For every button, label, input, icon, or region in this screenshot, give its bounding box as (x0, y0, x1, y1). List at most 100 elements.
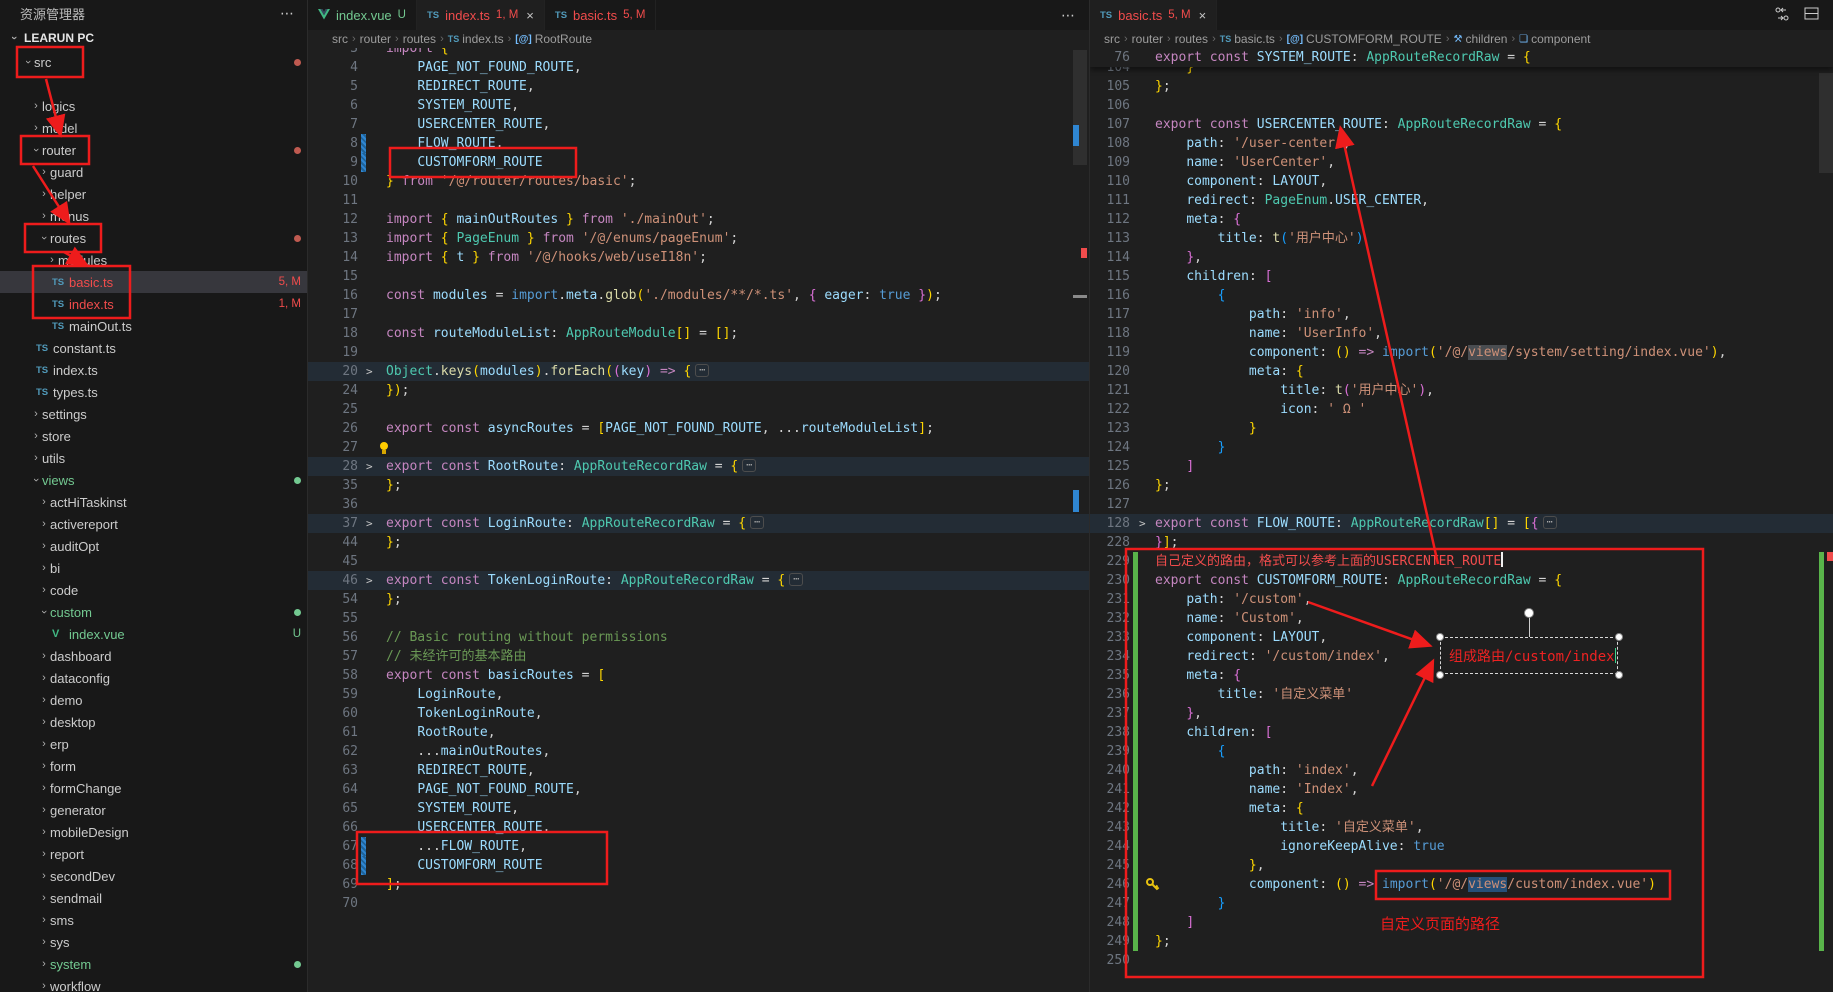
code-line-60: 60 TokenLoginRoute, (308, 704, 1090, 723)
fold-chevron-icon[interactable]: > (366, 457, 373, 476)
editor-index-ts[interactable]: 3import {4 PAGE_NOT_FOUND_ROUTE,5 REDIRE… (308, 48, 1090, 992)
sidebar-item-mobileDesign[interactable]: ›mobileDesign (0, 821, 307, 843)
tab-basic.ts[interactable]: TSbasic.ts5, M (545, 0, 657, 30)
fold-chevron-icon[interactable]: > (366, 571, 373, 590)
sidebar-item-routes[interactable]: ›routes (0, 227, 307, 249)
sidebar-item-form[interactable]: ›form (0, 755, 307, 777)
lightbulb-icon[interactable] (378, 441, 390, 455)
middle-overview-ruler[interactable] (1073, 48, 1087, 992)
sidebar-item-views[interactable]: ›views (0, 469, 307, 491)
sidebar-item-bi[interactable]: ›bi (0, 557, 307, 579)
split-editor-icon[interactable] (1804, 6, 1819, 24)
sidebar-item-mainOut.ts[interactable]: TSmainOut.ts (0, 315, 307, 337)
sidebar-item-actHiTaskinst[interactable]: ›actHiTaskinst (0, 491, 307, 513)
fold-ellipsis[interactable]: ⋯ (789, 573, 803, 586)
sidebar-item-constant.ts[interactable]: TSconstant.ts (0, 337, 307, 359)
sidebar-item-dashboard[interactable]: ›dashboard (0, 645, 307, 667)
sidebar-item-modules[interactable]: ›modules (0, 249, 307, 271)
scrollbar-slider[interactable] (1073, 50, 1087, 165)
sidebar-item-model[interactable]: ›model (0, 117, 307, 139)
sidebar-item-activereport[interactable]: ›activereport (0, 513, 307, 535)
code-line-107: 107export const USERCENTER_ROUTE: AppRou… (1090, 115, 1833, 134)
sidebar-item-logics[interactable]: ›logics (0, 95, 307, 117)
line-number: 240 (1090, 761, 1130, 780)
sidebar-item-root[interactable]: › LEARUN PC (0, 27, 307, 49)
group-separator[interactable] (1089, 0, 1090, 992)
sidebar-item-basic.ts[interactable]: TSbasic.ts5, M (0, 271, 307, 293)
breadcrumb-item-index.ts[interactable]: TSindex.ts (448, 32, 504, 46)
sidebar-item-auditOpt[interactable]: ›auditOpt (0, 535, 307, 557)
sidebar-item-generator[interactable]: ›generator (0, 799, 307, 821)
tab-basic.ts[interactable]: TSbasic.ts5, M× (1090, 0, 1217, 30)
sidebar-item-label: router (42, 143, 76, 158)
line-number: 229 (1090, 552, 1130, 571)
sidebar-item-secondDev[interactable]: ›secondDev (0, 865, 307, 887)
breadcrumb-item-routes[interactable]: routes (403, 32, 436, 46)
right-overview-ruler[interactable] (1819, 48, 1833, 992)
sidebar-item-formChange[interactable]: ›formChange (0, 777, 307, 799)
sidebar-item-types.ts[interactable]: TStypes.ts (0, 381, 307, 403)
sidebar-item-src[interactable]: ›src (0, 51, 307, 73)
fold-ellipsis[interactable]: ⋯ (695, 364, 709, 377)
sidebar-item-index.vue[interactable]: Vindex.vueU (0, 623, 307, 645)
explorer-more-icon[interactable]: ⋯ (280, 5, 295, 22)
breadcrumb-item-routes[interactable]: routes (1175, 32, 1208, 46)
sidebar-item-code[interactable]: ›code (0, 579, 307, 601)
fold-ellipsis[interactable]: ⋯ (1543, 516, 1557, 529)
breadcrumb-item-router[interactable]: router (1132, 32, 1163, 46)
sidebar-item-report[interactable]: ›report (0, 843, 307, 865)
vue-file-icon: V (52, 628, 69, 640)
code-line-237: 237 }, (1090, 704, 1833, 723)
line-number: 104 (1090, 67, 1130, 77)
sidebar-item-sys[interactable]: ›sys (0, 931, 307, 953)
breadcrumb-item-component[interactable]: ❏component (1519, 32, 1590, 46)
scrollbar-slider[interactable] (1819, 73, 1833, 173)
tab-index.ts[interactable]: TSindex.ts1, M× (417, 0, 545, 30)
sidebar-item-sendmail[interactable]: ›sendmail (0, 887, 307, 909)
compare-changes-icon[interactable] (1774, 6, 1790, 25)
breadcrumb-item-basic.ts[interactable]: TSbasic.ts (1220, 32, 1275, 46)
sidebar-item-system[interactable]: ›system (0, 953, 307, 975)
sidebar-item-helper[interactable]: ›helper (0, 183, 307, 205)
fold-ellipsis[interactable]: ⋯ (742, 459, 756, 472)
chevron-right-icon: › (30, 408, 42, 420)
more-actions-icon[interactable]: ⋯ (1061, 7, 1076, 24)
sidebar-item-demo[interactable]: ›demo (0, 689, 307, 711)
breadcrumb-item-RootRoute[interactable]: [@]RootRoute (515, 32, 592, 46)
sidebar-item-index.ts[interactable]: TSindex.ts (0, 359, 307, 381)
breadcrumb-item-router[interactable]: router (360, 32, 391, 46)
sidebar-item-store[interactable]: ›store (0, 425, 307, 447)
breadcrumb-item-src[interactable]: src (1104, 32, 1120, 46)
sidebar-item-hidden[interactable] (0, 73, 307, 95)
sidebar-item-guard[interactable]: ›guard (0, 161, 307, 183)
editor-basic-ts[interactable]: 76export const SYSTEM_ROUTE: AppRouteRec… (1090, 48, 1833, 992)
line-number: 68 (308, 856, 358, 875)
line-number: 76 (1090, 48, 1130, 67)
sidebar-item-custom[interactable]: ›custom (0, 601, 307, 623)
tab-index.vue[interactable]: index.vueU (308, 0, 417, 30)
code-text: ] (1155, 913, 1194, 932)
sidebar-item-utils[interactable]: ›utils (0, 447, 307, 469)
line-number: 11 (308, 191, 358, 210)
breadcrumb-item-children[interactable]: ⚒children (1453, 32, 1507, 46)
breadcrumb-item-src[interactable]: src (332, 32, 348, 46)
sidebar-item-workflow[interactable]: ›workflow (0, 975, 307, 992)
sidebar-item-desktop[interactable]: ›desktop (0, 711, 307, 733)
sidebar-item-settings[interactable]: ›settings (0, 403, 307, 425)
sidebar-item-menus[interactable]: ›menus (0, 205, 307, 227)
sidebar-item-dataconfig[interactable]: ›dataconfig (0, 667, 307, 689)
sidebar-item-erp[interactable]: ›erp (0, 733, 307, 755)
sidebar-item-index.ts[interactable]: TSindex.ts1, M (0, 293, 307, 315)
breadcrumb-item-CUSTOMFORM_ROUTE[interactable]: [@]CUSTOMFORM_ROUTE (1287, 32, 1442, 46)
sidebar-item-router[interactable]: ›router (0, 139, 307, 161)
sidebar-item-label: workflow (50, 979, 101, 992)
code-text: import { (386, 48, 449, 58)
close-icon[interactable]: × (526, 8, 534, 23)
fold-chevron-icon[interactable]: > (366, 514, 373, 533)
close-icon[interactable]: × (1199, 8, 1207, 23)
sidebar-item-sms[interactable]: ›sms (0, 909, 307, 931)
fold-ellipsis[interactable]: ⋯ (750, 516, 764, 529)
fold-chevron-icon[interactable]: > (1139, 514, 1146, 533)
fold-chevron-icon[interactable]: > (366, 362, 373, 381)
code-text: meta: { (1155, 799, 1304, 818)
